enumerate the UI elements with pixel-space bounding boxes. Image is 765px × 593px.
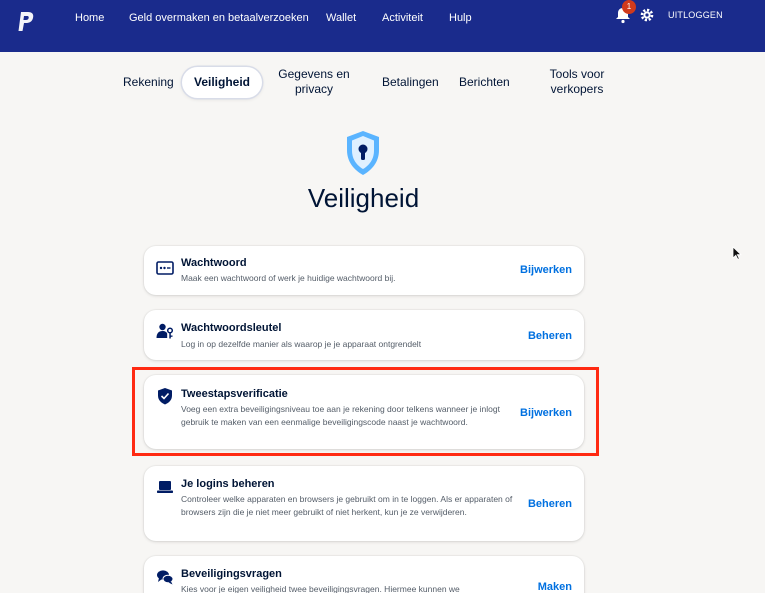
card-description: Maak een wachtwoord of werk je huidige w… [181, 273, 396, 283]
tab-messages[interactable]: Berichten [459, 75, 510, 90]
tab-security[interactable]: Veiligheid [182, 67, 263, 98]
card-title: Wachtwoordsleutel [181, 322, 282, 334]
card-description: Kies voor je eigen veiligheid twee bevei… [181, 584, 460, 593]
chat-bubbles-icon [157, 570, 174, 585]
tab-account[interactable]: Rekening [123, 75, 174, 90]
password-dots-icon [156, 261, 174, 275]
paypal-logo-icon[interactable] [16, 11, 36, 33]
highlight-box [132, 367, 599, 456]
nav-wallet[interactable]: Wallet [326, 12, 356, 24]
passkey-card: Wachtwoordsleutel Log in op dezelfde man… [144, 310, 584, 360]
tab-payments[interactable]: Betalingen [382, 75, 439, 90]
create-security-questions-button[interactable]: Maken [538, 581, 572, 593]
manage-logins-button[interactable]: Beheren [528, 498, 572, 510]
card-description: Controleer welke apparaten en browsers j… [181, 494, 513, 517]
nav-help[interactable]: Hulp [449, 12, 472, 24]
manage-logins-card: Je logins beheren Controleer welke appar… [144, 466, 584, 541]
nav-home[interactable]: Home [75, 12, 104, 24]
tab-seller-tools[interactable]: Tools voor verkopers [544, 67, 610, 97]
keyhole-shield-icon [347, 131, 379, 175]
gear-icon[interactable] [640, 8, 654, 22]
tab-data-privacy[interactable]: Gegevens en privacy [276, 67, 352, 97]
notification-badge: 1 [622, 0, 636, 14]
card-title: Wachtwoord [181, 257, 247, 269]
security-questions-card: Beveiligingsvragen Kies voor je eigen ve… [144, 556, 584, 593]
user-key-icon [156, 323, 174, 339]
nav-send-request[interactable]: Geld overmaken en betaalverzoeken [129, 12, 309, 24]
password-card: Wachtwoord Maak een wachtwoord of werk j… [144, 246, 584, 295]
card-description: Log in op dezelfde manier als waarop je … [181, 339, 422, 349]
mouse-cursor-icon [732, 246, 742, 260]
laptop-icon [157, 481, 173, 493]
manage-passkey-button[interactable]: Beheren [528, 330, 572, 342]
logout-button[interactable]: UITLOGGEN [668, 10, 723, 20]
page-title: Veiligheid [307, 183, 420, 213]
nav-activity[interactable]: Activiteit [382, 12, 423, 24]
update-password-button[interactable]: Bijwerken [520, 264, 572, 276]
card-title: Je logins beheren [181, 478, 275, 490]
top-navigation-bar: Home Geld overmaken en betaalverzoeken W… [0, 0, 765, 52]
card-title: Beveiligingsvragen [181, 568, 282, 580]
